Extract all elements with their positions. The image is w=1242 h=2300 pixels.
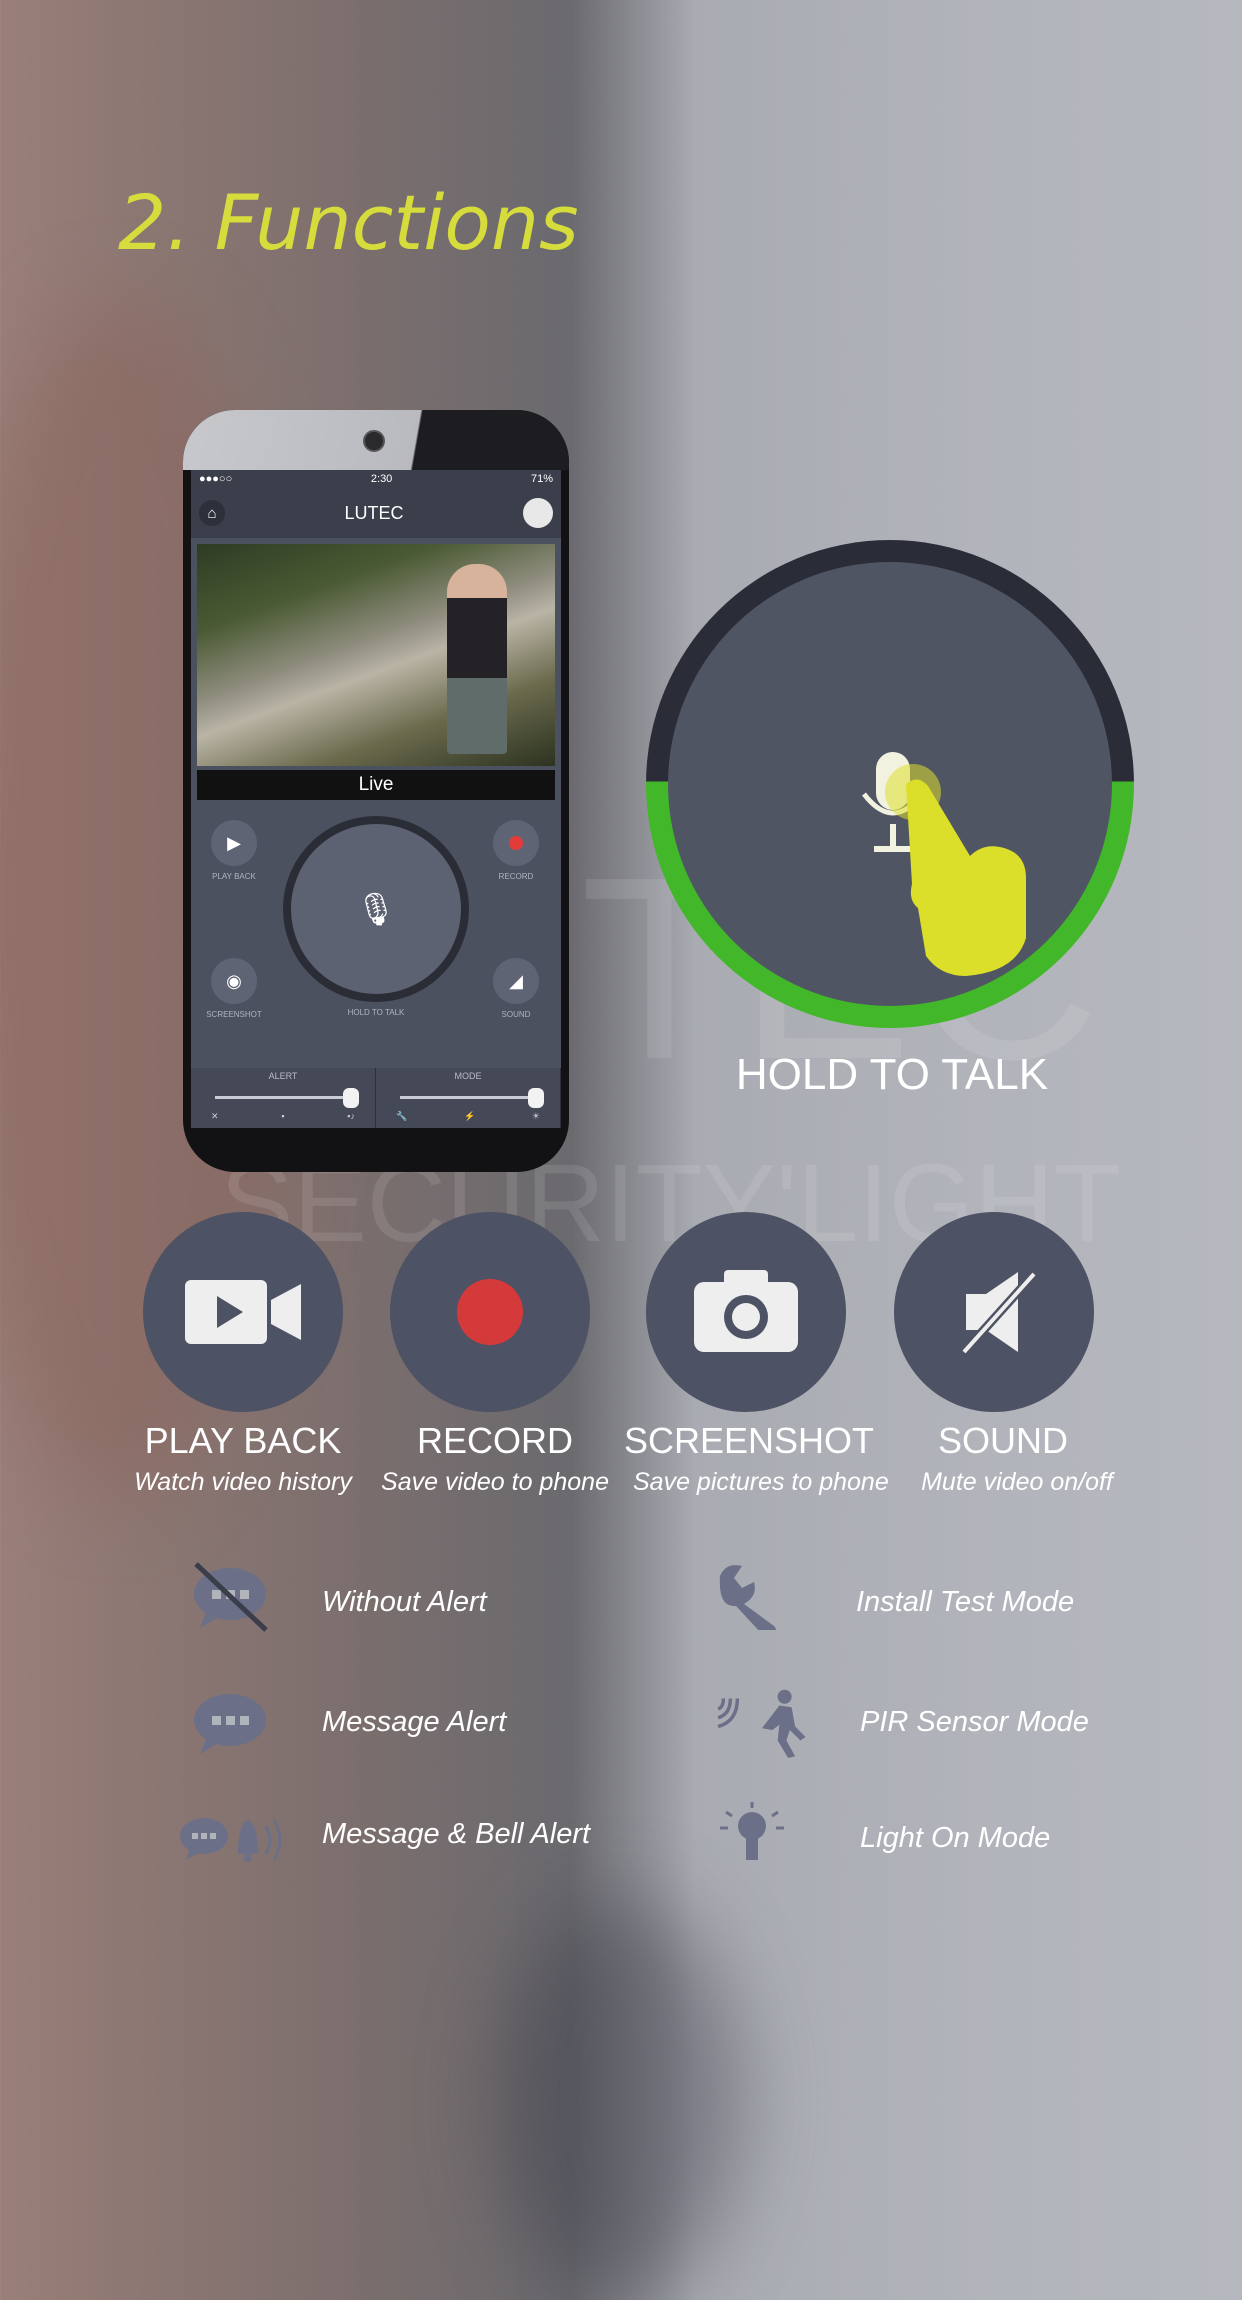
home-icon[interactable]: ⌂ [199, 500, 225, 526]
pir-sensor-mode-label: PIR Sensor Mode [860, 1706, 1089, 1738]
control-panel: ▶ PLAY BACK RECORD 🎙 HOLD TO TALK ◉ SCRE… [191, 808, 561, 1068]
status-battery: 71% [530, 473, 553, 485]
screenshot-title: SCREENSHOT [624, 1420, 875, 1461]
sound-subtitle: Mute video on/off [921, 1468, 1113, 1496]
phone-bezel-top [183, 410, 569, 470]
device-icon[interactable] [522, 498, 553, 528]
status-time: 2:30 [370, 473, 393, 485]
record-subtitle: Save video to phone [381, 1468, 609, 1496]
alert-slider-knob[interactable] [343, 1088, 359, 1108]
hold-to-talk-inner [668, 562, 1112, 1006]
microphone-icon: 🎙 [355, 891, 397, 927]
front-camera-icon [363, 430, 385, 452]
mini-record-label: RECORD [498, 872, 534, 881]
message-alert-label: Message Alert [322, 1706, 507, 1738]
record-dot-icon [457, 1279, 523, 1345]
status-bar: ●●●○○ 2:30 71% [191, 470, 561, 488]
phone-screen: ●●●○○ 2:30 71% ⌂ LUTEC Live ▶ PLAY BACK … [191, 470, 561, 1128]
mini-hold-to-talk-button[interactable]: 🎙 [283, 816, 469, 1002]
phone-mockup: ●●●○○ 2:30 71% ⌂ LUTEC Live ▶ PLAY BACK … [183, 410, 569, 1172]
message-icon [194, 1694, 266, 1754]
mini-screenshot-label: SCREENSHOT [206, 1010, 262, 1019]
playback-button[interactable] [143, 1212, 343, 1412]
mode-slider[interactable]: MODE 🔧 ⚡ ☀ [376, 1068, 561, 1128]
screenshot-subtitle: Save pictures to phone [633, 1468, 889, 1496]
mute-speaker-icon [960, 1270, 1038, 1356]
playback-subtitle: Watch video history [134, 1468, 352, 1496]
video-subject [447, 564, 507, 754]
alert-slider[interactable]: ALERT ✕ ▪ ▪♪ [191, 1068, 376, 1128]
app-header: ⌂ LUTEC [191, 488, 561, 538]
without-alert-label: Without Alert [322, 1586, 487, 1618]
mini-hold-to-talk-label: HOLD TO TALK [347, 1008, 405, 1017]
hold-to-talk-label: HOLD TO TALK [735, 1050, 1049, 1099]
mini-screenshot-button[interactable]: ◉ [211, 958, 257, 1004]
hold-to-talk-button[interactable] [646, 540, 1134, 1028]
wrench-icon [719, 1565, 776, 1630]
message-bell-alert-label: Message & Bell Alert [322, 1818, 591, 1850]
camera-icon [694, 1270, 798, 1352]
light-on-mode-label: Light On Mode [860, 1822, 1051, 1854]
mode-sliders: ALERT ✕ ▪ ▪♪ MODE 🔧 ⚡ ☀ [191, 1068, 561, 1128]
mode-slider-track [400, 1096, 536, 1099]
mini-record-button[interactable] [493, 820, 539, 866]
mode-slider-icons: 🔧 ⚡ ☀ [396, 1111, 540, 1121]
page-title: 2. Functions [118, 178, 579, 267]
sound-title: SOUND [937, 1420, 1068, 1461]
record-title: RECORD [416, 1420, 573, 1461]
mode-slider-knob[interactable] [528, 1088, 544, 1108]
background-blur-dark [500, 1900, 740, 2300]
install-test-mode-label: Install Test Mode [856, 1586, 1075, 1618]
screenshot-button[interactable] [646, 1212, 846, 1412]
mini-playback-label: PLAY BACK [212, 872, 256, 881]
motion-sensor-icon [717, 1689, 806, 1758]
sound-button[interactable] [894, 1212, 1094, 1412]
mini-sound-button[interactable]: ◢ [493, 958, 539, 1004]
live-video-feed[interactable] [197, 544, 555, 766]
live-label: Live [197, 770, 555, 800]
alert-slider-label: ALERT [268, 1071, 298, 1081]
light-bulb-icon [720, 1802, 784, 1860]
record-button[interactable] [390, 1212, 590, 1412]
app-title: LUTEC [344, 502, 404, 523]
alert-slider-track [215, 1096, 351, 1099]
signal-icon: ●●●○○ [199, 473, 233, 485]
mode-slider-label: MODE [454, 1071, 482, 1081]
playback-title: PLAY BACK [144, 1420, 342, 1461]
no-message-icon [194, 1562, 268, 1632]
microphone-tap-icon [862, 752, 1026, 976]
mini-playback-button[interactable]: ▶ [211, 820, 257, 866]
message-bell-icon [180, 1818, 282, 1862]
video-camera-icon [185, 1280, 301, 1344]
alert-slider-icons: ✕ ▪ ▪♪ [211, 1111, 355, 1121]
mini-sound-label: SOUND [501, 1010, 531, 1019]
